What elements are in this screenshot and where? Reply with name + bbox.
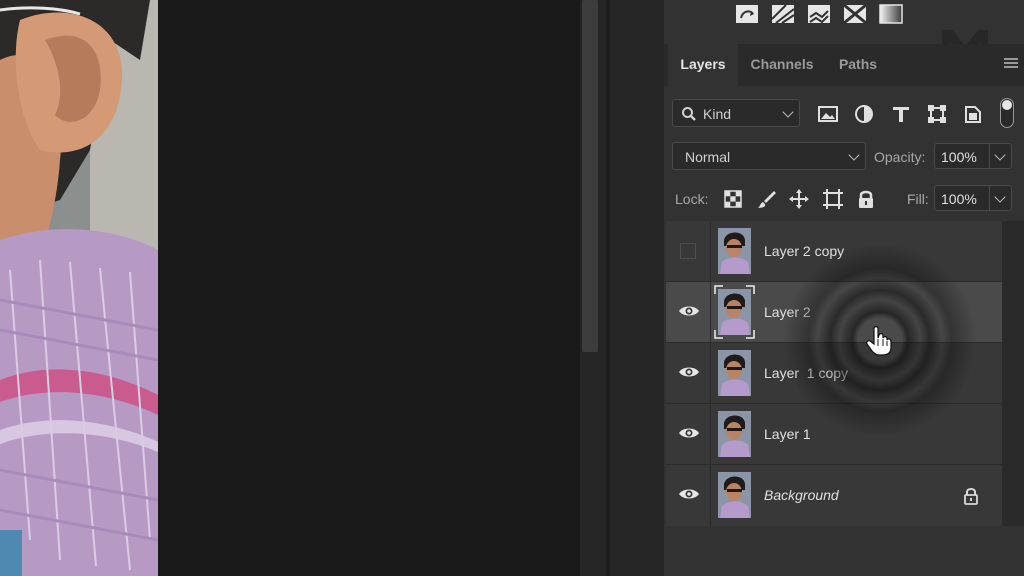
eye-icon[interactable] <box>678 304 700 318</box>
lock-image-pixels-icon[interactable] <box>756 188 778 210</box>
panel-menu-icon[interactable] <box>1004 58 1018 70</box>
layer-row[interactable]: Layer 1 <box>666 404 1002 465</box>
document-canvas[interactable] <box>0 0 580 576</box>
opacity-field[interactable]: 100% <box>934 143 1012 169</box>
row-divider <box>710 221 711 282</box>
gradient-icon[interactable] <box>878 3 904 25</box>
row-divider <box>710 404 711 465</box>
field-separator <box>989 144 990 168</box>
dock-divider <box>606 0 610 576</box>
panel-tab-bar: Layers Channels Paths <box>664 44 1024 86</box>
eye-icon[interactable] <box>678 365 700 379</box>
chevron-down-icon[interactable] <box>994 191 1006 203</box>
chevron-down-icon <box>848 149 860 161</box>
search-icon <box>682 107 696 121</box>
opacity-label: Opacity: <box>874 149 926 165</box>
layer-row-background[interactable]: Background <box>666 465 1002 526</box>
blend-mode-select[interactable]: Normal <box>672 142 866 170</box>
lock-label: Lock: <box>675 191 709 207</box>
layer-name[interactable]: Layer 1 copy <box>764 365 848 381</box>
transform-rotate-icon[interactable] <box>734 3 760 25</box>
hand-pointer-cursor-icon <box>866 326 892 356</box>
filter-type-layer-icon[interactable] <box>890 104 912 124</box>
layer-visibility-toggle[interactable] <box>680 243 696 259</box>
layer-row[interactable]: Layer 2 copy <box>666 221 1002 282</box>
filter-kind-label: Kind <box>703 106 732 122</box>
filter-smart-object-icon[interactable] <box>962 104 984 124</box>
layer-thumbnail <box>718 228 751 274</box>
fill-label: Fill: <box>907 191 929 207</box>
field-separator <box>989 186 990 210</box>
layer-row-selected[interactable]: Layer 2 <box>666 282 1002 343</box>
layer-name[interactable]: Background <box>764 487 839 503</box>
lock-transparent-pixels-icon[interactable] <box>722 188 744 210</box>
toggle-knob <box>1002 100 1012 110</box>
eye-icon[interactable] <box>678 487 700 501</box>
lock-icon <box>964 488 978 505</box>
layers-scrollbar[interactable] <box>1002 221 1024 526</box>
blend-mode-value: Normal <box>685 149 731 165</box>
layer-thumbnail <box>718 472 751 518</box>
filter-pixel-layer-icon[interactable] <box>817 104 839 124</box>
row-divider <box>710 465 711 526</box>
filter-toggle-switch[interactable] <box>1000 98 1014 128</box>
row-divider <box>710 282 711 343</box>
layer-thumbnail <box>718 350 751 396</box>
tab-layers[interactable]: Layers <box>668 44 738 86</box>
layer-thumbnail <box>718 411 751 457</box>
lock-position-icon[interactable] <box>788 188 810 210</box>
lock-all-icon[interactable] <box>855 188 877 210</box>
layers-list: Layer 2 copy Layer 2 Layer 1 copy Layer … <box>666 221 1002 526</box>
photo-canvas-image <box>0 0 158 576</box>
layer-name[interactable]: Layer 2 copy <box>764 243 844 259</box>
fill-field[interactable]: 100% <box>934 185 1012 211</box>
layers-panel: Layers Channels Paths Kind Normal Opacit… <box>664 0 1024 576</box>
warp-icon[interactable] <box>770 3 796 25</box>
filter-adjustment-layer-icon[interactable] <box>853 104 875 124</box>
chevron-down-icon <box>782 106 794 118</box>
layer-name[interactable]: Layer 1 <box>764 426 811 442</box>
filter-shape-layer-icon[interactable] <box>926 104 948 124</box>
eye-icon[interactable] <box>678 426 700 440</box>
perspective-warp-icon[interactable] <box>806 3 832 25</box>
fill-value: 100% <box>941 191 977 207</box>
thumbnail-selection-bracket <box>714 285 755 339</box>
scrollbar-thumb[interactable] <box>582 0 598 352</box>
layer-filter-kind-select[interactable]: Kind <box>672 99 800 127</box>
canvas-scrollbar[interactable] <box>580 0 602 576</box>
opacity-value: 100% <box>941 149 977 165</box>
lock-artboard-icon[interactable] <box>822 188 844 210</box>
flip-icon[interactable] <box>842 3 868 25</box>
tab-channels[interactable]: Channels <box>742 44 822 86</box>
layer-name[interactable]: Layer 2 <box>764 304 811 320</box>
tab-paths[interactable]: Paths <box>826 44 890 86</box>
panel-dock-gap <box>602 0 664 576</box>
layer-row[interactable]: Layer 1 copy <box>666 343 1002 404</box>
row-divider <box>710 343 711 404</box>
chevron-down-icon[interactable] <box>994 149 1006 161</box>
